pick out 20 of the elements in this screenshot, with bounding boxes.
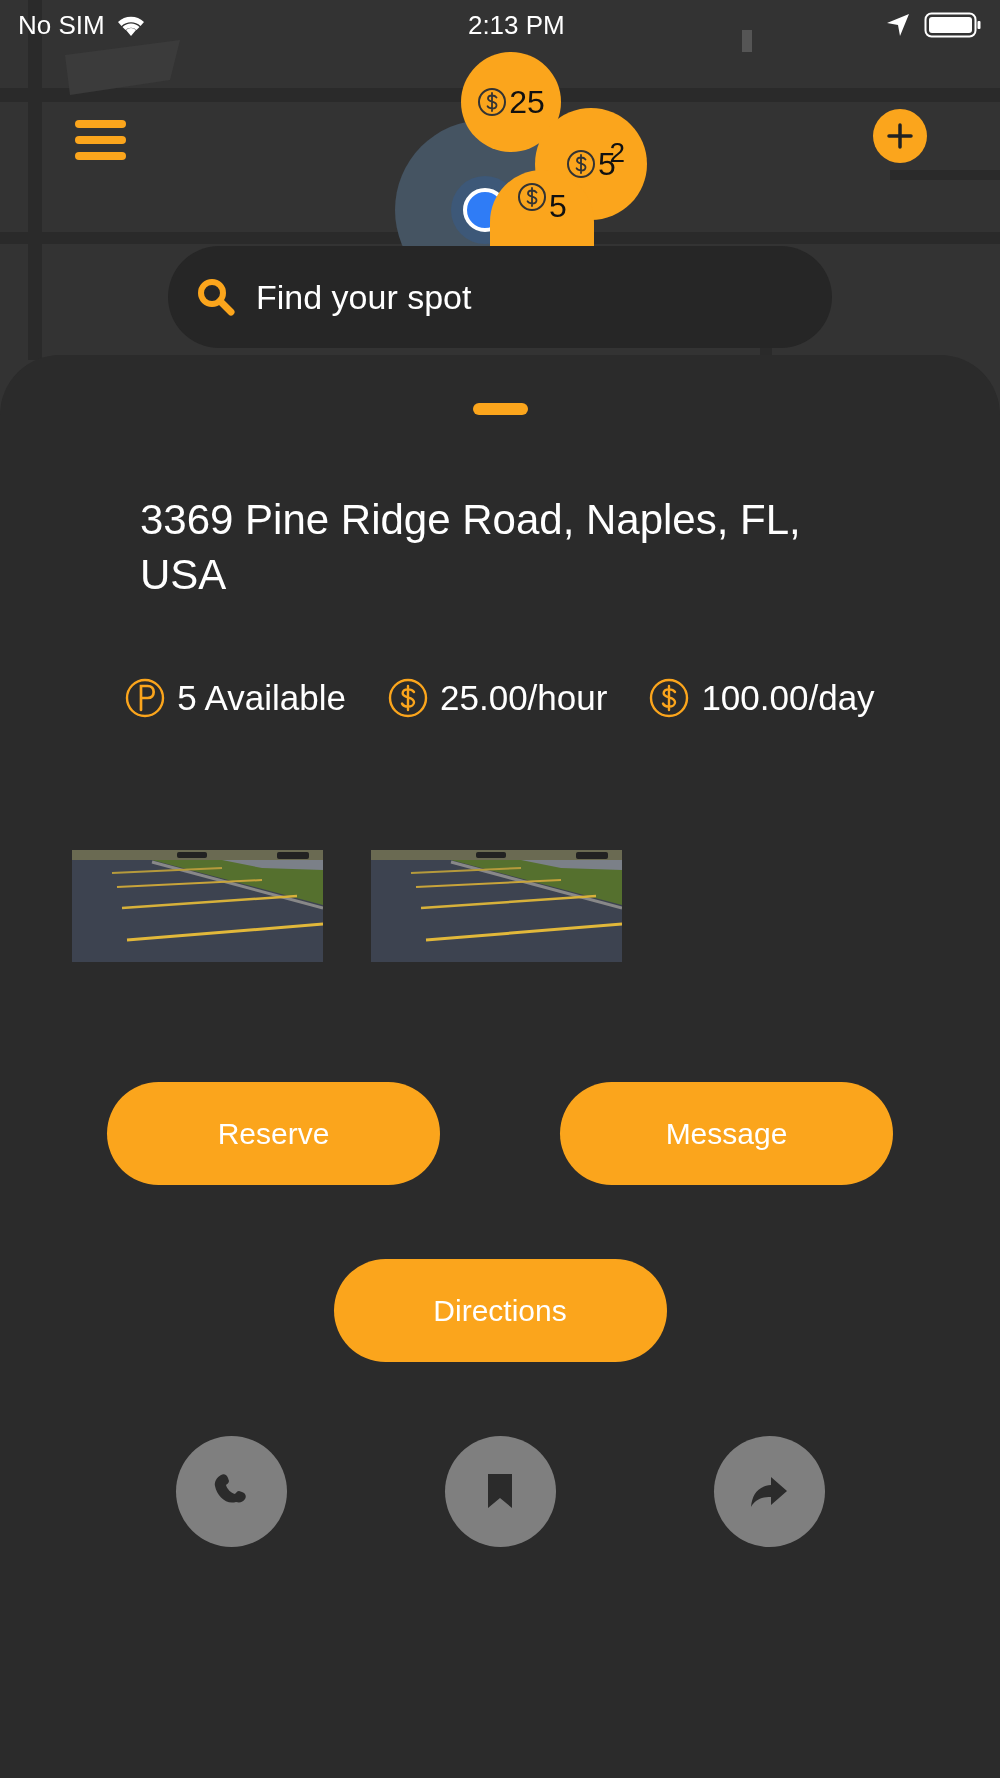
search-field[interactable]: Find your spot bbox=[254, 270, 754, 324]
search-icon bbox=[196, 277, 236, 317]
dollar-coin-icon bbox=[517, 182, 548, 212]
location-arrow-icon bbox=[886, 13, 910, 37]
search-bar[interactable]: Find your spot bbox=[168, 246, 832, 348]
dollar-coin-icon bbox=[477, 87, 508, 117]
time-text: 2:13 PM bbox=[467, 8, 565, 42]
battery-icon bbox=[924, 12, 982, 38]
drag-handle[interactable] bbox=[472, 403, 528, 415]
fact-text: 100.00/day bbox=[701, 677, 875, 720]
address-text: 3369 Pine Ridge Road, Naples, FL, USA bbox=[139, 495, 802, 600]
dollar-coin-icon bbox=[388, 678, 429, 719]
dollar-coin-icon bbox=[566, 149, 597, 179]
plus-icon bbox=[887, 123, 913, 149]
carrier-text: No SIM bbox=[18, 8, 105, 42]
parking-icon bbox=[125, 678, 166, 719]
menu-icon[interactable] bbox=[75, 120, 126, 160]
fact-text: 5 Available bbox=[177, 677, 347, 720]
dollar-coin-icon bbox=[649, 678, 690, 719]
fact-text: 25.00/hour bbox=[440, 677, 608, 720]
